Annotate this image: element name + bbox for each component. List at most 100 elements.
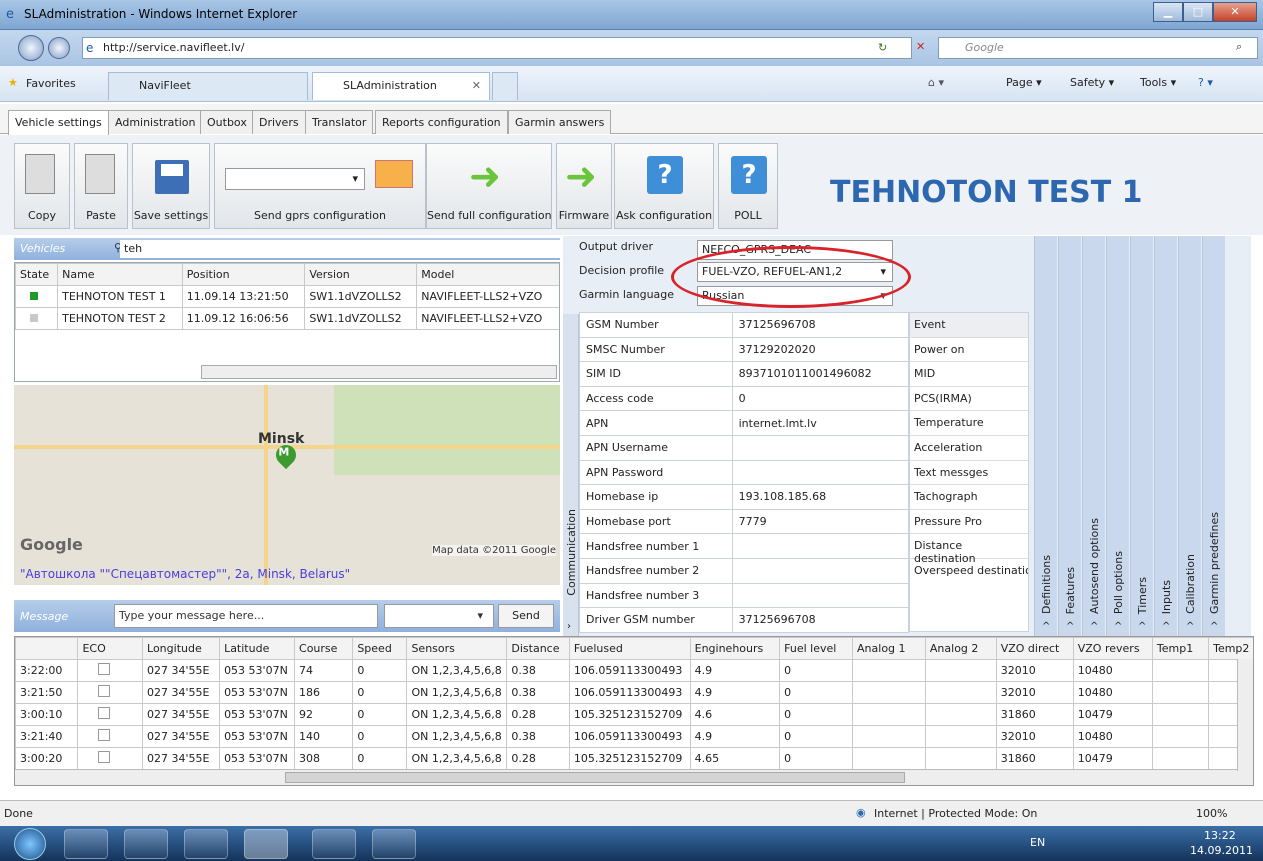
table-row[interactable]: TEHNOTON TEST 1 11.09.14 13:21:50 SW1.1dVZ…	[15, 285, 559, 308]
list-item[interactable]: Tachograph	[910, 485, 1028, 510]
map-view[interactable]: Minsk M Google Map data ©2011 Google "Ав…	[14, 385, 560, 585]
start-button[interactable]	[14, 828, 46, 860]
tab-vehicle-settings[interactable]: Vehicle settings	[8, 110, 109, 135]
vehicles-hscrollbar[interactable]	[201, 365, 557, 379]
tab-drivers[interactable]: Drivers	[252, 110, 306, 134]
list-item[interactable]: Power on	[910, 338, 1028, 363]
col-sensors[interactable]: Sensors	[406, 637, 508, 660]
list-item[interactable]: Temperature	[910, 411, 1028, 436]
tab-garmin-answers[interactable]: Garmin answers	[508, 110, 612, 134]
list-item[interactable]: Distance destination	[910, 534, 1028, 565]
tab-communication[interactable]: Communication ›	[563, 314, 579, 636]
poll-button[interactable]: ? POLL	[718, 143, 778, 229]
log-hscrollbar[interactable]	[15, 769, 1253, 785]
col-vzo-direct[interactable]: VZO direct	[995, 637, 1074, 660]
col-model[interactable]: Model	[416, 263, 559, 286]
table-row[interactable]: 3:21:40 027 34'55E 053 53'07N 140 0 ON 1,2,3,…	[15, 725, 1253, 748]
clock-time[interactable]: 13:22	[1204, 829, 1236, 842]
table-row[interactable]: 3:00:20 027 34'55E 053 53'07N 308 0 ON 1,2,3,…	[15, 747, 1253, 770]
col-fuelused[interactable]: Fuelused	[568, 637, 691, 660]
clock-date[interactable]: 14.09.2011	[1190, 844, 1253, 857]
back-button[interactable]	[18, 35, 44, 61]
ie-taskbar-icon[interactable]	[244, 829, 288, 859]
table-row[interactable]: SIM ID 8937101011001496082	[579, 361, 910, 387]
gprs-dropdown[interactable]: ▾	[225, 168, 365, 190]
close-tab-icon[interactable]: ✕	[472, 79, 481, 92]
zoom-level[interactable]: 100%	[1196, 807, 1227, 820]
favorites-button[interactable]: Favorites	[26, 77, 76, 90]
search-icon[interactable]: ⌕	[1236, 40, 1242, 54]
forward-button[interactable]	[48, 37, 70, 59]
send-full-configuration-button[interactable]: ➜ Send full configuration	[426, 143, 552, 229]
table-row[interactable]: Homebase port 7779	[579, 508, 910, 535]
table-row[interactable]: GSM Number 37125696708	[579, 312, 910, 338]
maximize-button[interactable]: □	[1183, 2, 1213, 22]
vtab-inputs[interactable]: Inputs ^	[1154, 236, 1177, 636]
list-item[interactable]: Event	[910, 313, 1028, 338]
col-temp2[interactable]: Temp2	[1208, 637, 1253, 660]
list-item[interactable]: PCS(IRMA)	[910, 387, 1028, 412]
table-row[interactable]: SMSC Number 37129202020	[579, 336, 910, 363]
vtab-timers[interactable]: Timers ^	[1130, 236, 1153, 636]
vtab-garmin-predefines[interactable]: Garmin predefines ^	[1202, 236, 1225, 636]
col-latitude[interactable]: Latitude	[219, 637, 296, 660]
chrome-taskbar-icon[interactable]	[184, 829, 228, 859]
new-tab-button[interactable]	[492, 72, 518, 100]
tab-reports-configuration[interactable]: Reports configuration	[375, 110, 508, 134]
table-row[interactable]: Handsfree number 1	[579, 533, 910, 559]
url-input[interactable]: http://service.navifleet.lv/	[82, 37, 912, 59]
tab-outbox[interactable]: Outbox	[200, 110, 254, 134]
send-gprs-button[interactable]: ▾ Send gprs configuration	[214, 143, 426, 229]
col-analog1[interactable]: Analog 1	[852, 637, 926, 660]
table-row[interactable]: Handsfree number 2	[579, 557, 910, 584]
scroll-thumb[interactable]	[285, 772, 905, 783]
copy-button[interactable]: Copy	[14, 143, 70, 229]
vehicle-search-input[interactable]: teh	[120, 240, 560, 258]
ie-tab-sladministration[interactable]: SLAdministration ✕	[312, 72, 490, 100]
table-row[interactable]: APN Username	[579, 434, 910, 461]
search-input[interactable]: Google	[938, 37, 1258, 59]
col-position[interactable]: Position	[181, 263, 306, 286]
minimize-button[interactable]: ▁	[1153, 2, 1183, 22]
tab-translator[interactable]: Translator	[305, 110, 374, 134]
table-row[interactable]: 3:00:10 027 34'55E 053 53'07N 92 0 ON 1,2,3,4…	[15, 703, 1253, 726]
list-item[interactable]: MID	[910, 362, 1028, 387]
save-settings-button[interactable]: Save settings	[132, 143, 210, 229]
col-state[interactable]: State	[15, 263, 59, 286]
table-row[interactable]: Driver GSM number 37125696708	[579, 607, 910, 633]
table-row[interactable]: APN internet.lmt.lv	[579, 410, 910, 436]
col-name[interactable]: Name	[57, 263, 183, 286]
vtab-calibration[interactable]: Calibration ^	[1178, 236, 1201, 636]
col-course[interactable]: Course	[294, 637, 354, 660]
table-row[interactable]: APN Password	[579, 459, 910, 486]
col-analog2[interactable]: Analog 2	[924, 637, 997, 660]
table-row[interactable]: 3:21:50 027 34'55E 053 53'07N 186 0 ON 1,2,3,…	[15, 681, 1253, 704]
col-enginehours[interactable]: Enginehours	[689, 637, 781, 660]
language-indicator[interactable]: EN	[1030, 836, 1045, 849]
col-speed[interactable]: Speed	[352, 637, 408, 660]
stop-icon[interactable]: ✕	[916, 40, 925, 53]
list-item[interactable]: Acceleration	[910, 436, 1028, 461]
log-vscrollbar[interactable]	[1237, 659, 1253, 771]
table-row[interactable]: Handsfree number 3	[579, 582, 910, 609]
eco-checkbox[interactable]	[98, 707, 111, 719]
table-row[interactable]: TEHNOTON TEST 2 11.09.12 16:06:56 SW1.1dVZ…	[15, 307, 559, 330]
send-button[interactable]: Send	[498, 604, 554, 628]
eco-checkbox[interactable]	[98, 751, 111, 763]
tools-menu[interactable]: Tools ▾	[1140, 76, 1176, 89]
vtab-definitions[interactable]: Definitions ^	[1034, 236, 1057, 636]
col-version[interactable]: Version	[304, 263, 418, 286]
refresh-icon[interactable]: ↻	[878, 41, 887, 54]
vtab-autosend-options[interactable]: Autosend options ^	[1082, 236, 1105, 636]
close-button[interactable]: ✕	[1213, 2, 1257, 22]
col-distance[interactable]: Distance	[506, 637, 570, 660]
help-icon[interactable]: ? ▾	[1198, 76, 1213, 89]
message-dropdown[interactable]: ▾	[384, 604, 494, 628]
eco-checkbox[interactable]	[98, 663, 111, 675]
paste-button[interactable]: Paste	[74, 143, 128, 229]
col-time[interactable]	[15, 637, 79, 660]
table-row[interactable]: Access code 0	[579, 385, 910, 412]
security-zone[interactable]: Internet | Protected Mode: On	[874, 807, 1037, 820]
table-row[interactable]: 3:22:00 027 34'55E 053 53'07N 74 0 ON 1,2,3,4…	[15, 659, 1253, 682]
explorer-taskbar-icon[interactable]	[124, 829, 168, 859]
